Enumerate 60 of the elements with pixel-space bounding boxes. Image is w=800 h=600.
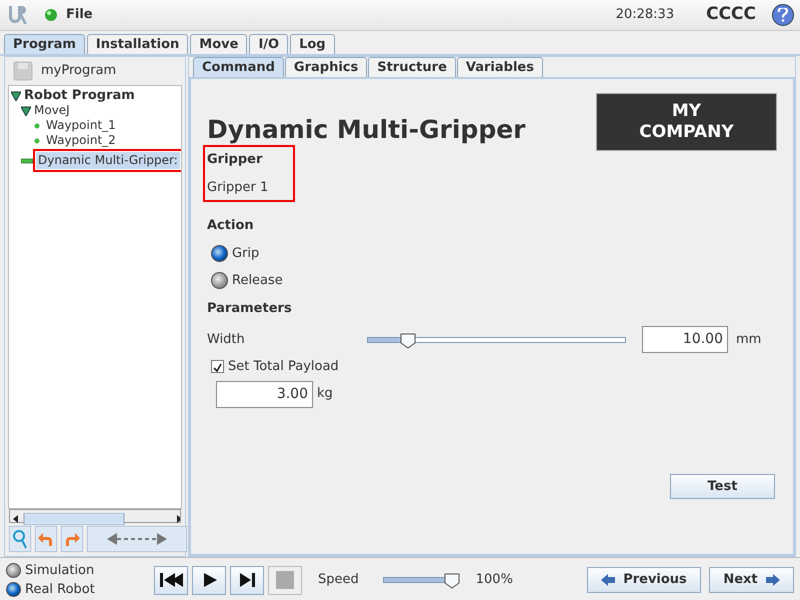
- stop-icon: [275, 570, 295, 590]
- question-icon: [777, 8, 789, 22]
- program-name: myProgram: [41, 62, 116, 80]
- unit-label: kg: [317, 385, 333, 404]
- previous-button[interactable]: Previous: [587, 567, 701, 593]
- status-icon: [44, 8, 58, 22]
- mode-label: Simulation: [25, 562, 94, 580]
- scrollbar[interactable]: [9, 509, 181, 523]
- main-tab[interactable]: Log: [290, 34, 335, 54]
- section-heading: Parameters: [207, 300, 293, 318]
- slider-thumb[interactable]: [400, 332, 416, 348]
- radio-button[interactable]: [6, 582, 21, 598]
- sub-tab[interactable]: Graphics: [284, 57, 368, 77]
- radio-label: Grip: [232, 244, 260, 262]
- company-logo: MY COMPANY: [596, 93, 777, 151]
- speed-value: 100%: [476, 571, 513, 590]
- clock-time: 20:28:33: [616, 6, 674, 24]
- payload-field[interactable]: 3.00: [216, 380, 313, 408]
- left-arrow-icon: [601, 573, 616, 587]
- right-arrow-icon: [766, 573, 780, 587]
- help-button[interactable]: [772, 4, 794, 26]
- tree-item[interactable]: Waypoint_2: [46, 133, 116, 148]
- width-field[interactable]: 10.00: [642, 326, 728, 353]
- radio-button[interactable]: [211, 272, 228, 290]
- width-label: Width: [207, 330, 246, 349]
- main-tab[interactable]: Installation: [86, 34, 188, 54]
- play-button[interactable]: [192, 566, 226, 594]
- unit-label: mm: [736, 330, 762, 349]
- slider-thumb[interactable]: [444, 572, 460, 588]
- search-button[interactable]: [9, 526, 31, 552]
- main-tab[interactable]: I/O: [249, 34, 288, 54]
- main-tab[interactable]: Move: [190, 34, 248, 54]
- main-tab[interactable]: Program: [4, 34, 85, 54]
- checkbox[interactable]: [211, 360, 224, 374]
- tree-item[interactable]: MoveJ: [34, 103, 70, 118]
- sub-tab[interactable]: Variables: [456, 57, 543, 77]
- mode-label: Real Robot: [25, 581, 95, 599]
- radio-label: Release: [232, 272, 283, 290]
- next-button[interactable]: Next: [709, 567, 794, 593]
- file-menu[interactable]: File: [66, 5, 93, 25]
- gripper-value: Gripper 1: [207, 178, 270, 196]
- gripper-node-icon: [21, 158, 33, 164]
- sub-tab[interactable]: Command: [193, 57, 284, 77]
- logo-icon: [6, 4, 28, 26]
- robot-name: CCCC: [706, 3, 756, 26]
- section-heading: Action: [207, 217, 255, 235]
- move-arrows-button[interactable]: [87, 526, 187, 552]
- sub-tab[interactable]: Structure: [368, 57, 456, 77]
- tree-item[interactable]: Robot Program: [24, 88, 135, 103]
- step-button[interactable]: [230, 566, 264, 594]
- tree-item[interactable]: Dynamic Multi-Gripper:: [36, 152, 180, 169]
- speed-label: Speed: [318, 571, 359, 590]
- test-button[interactable]: Test: [670, 474, 775, 499]
- rewind-button[interactable]: [154, 566, 188, 594]
- radio-button[interactable]: [6, 562, 21, 578]
- section-heading: Gripper: [207, 151, 264, 169]
- tree-item[interactable]: Waypoint_1: [46, 118, 116, 133]
- command-title: Dynamic Multi-Gripper: [207, 114, 526, 146]
- radio-button[interactable]: [211, 244, 228, 262]
- checkbox-label: Set Total Payload: [228, 358, 339, 376]
